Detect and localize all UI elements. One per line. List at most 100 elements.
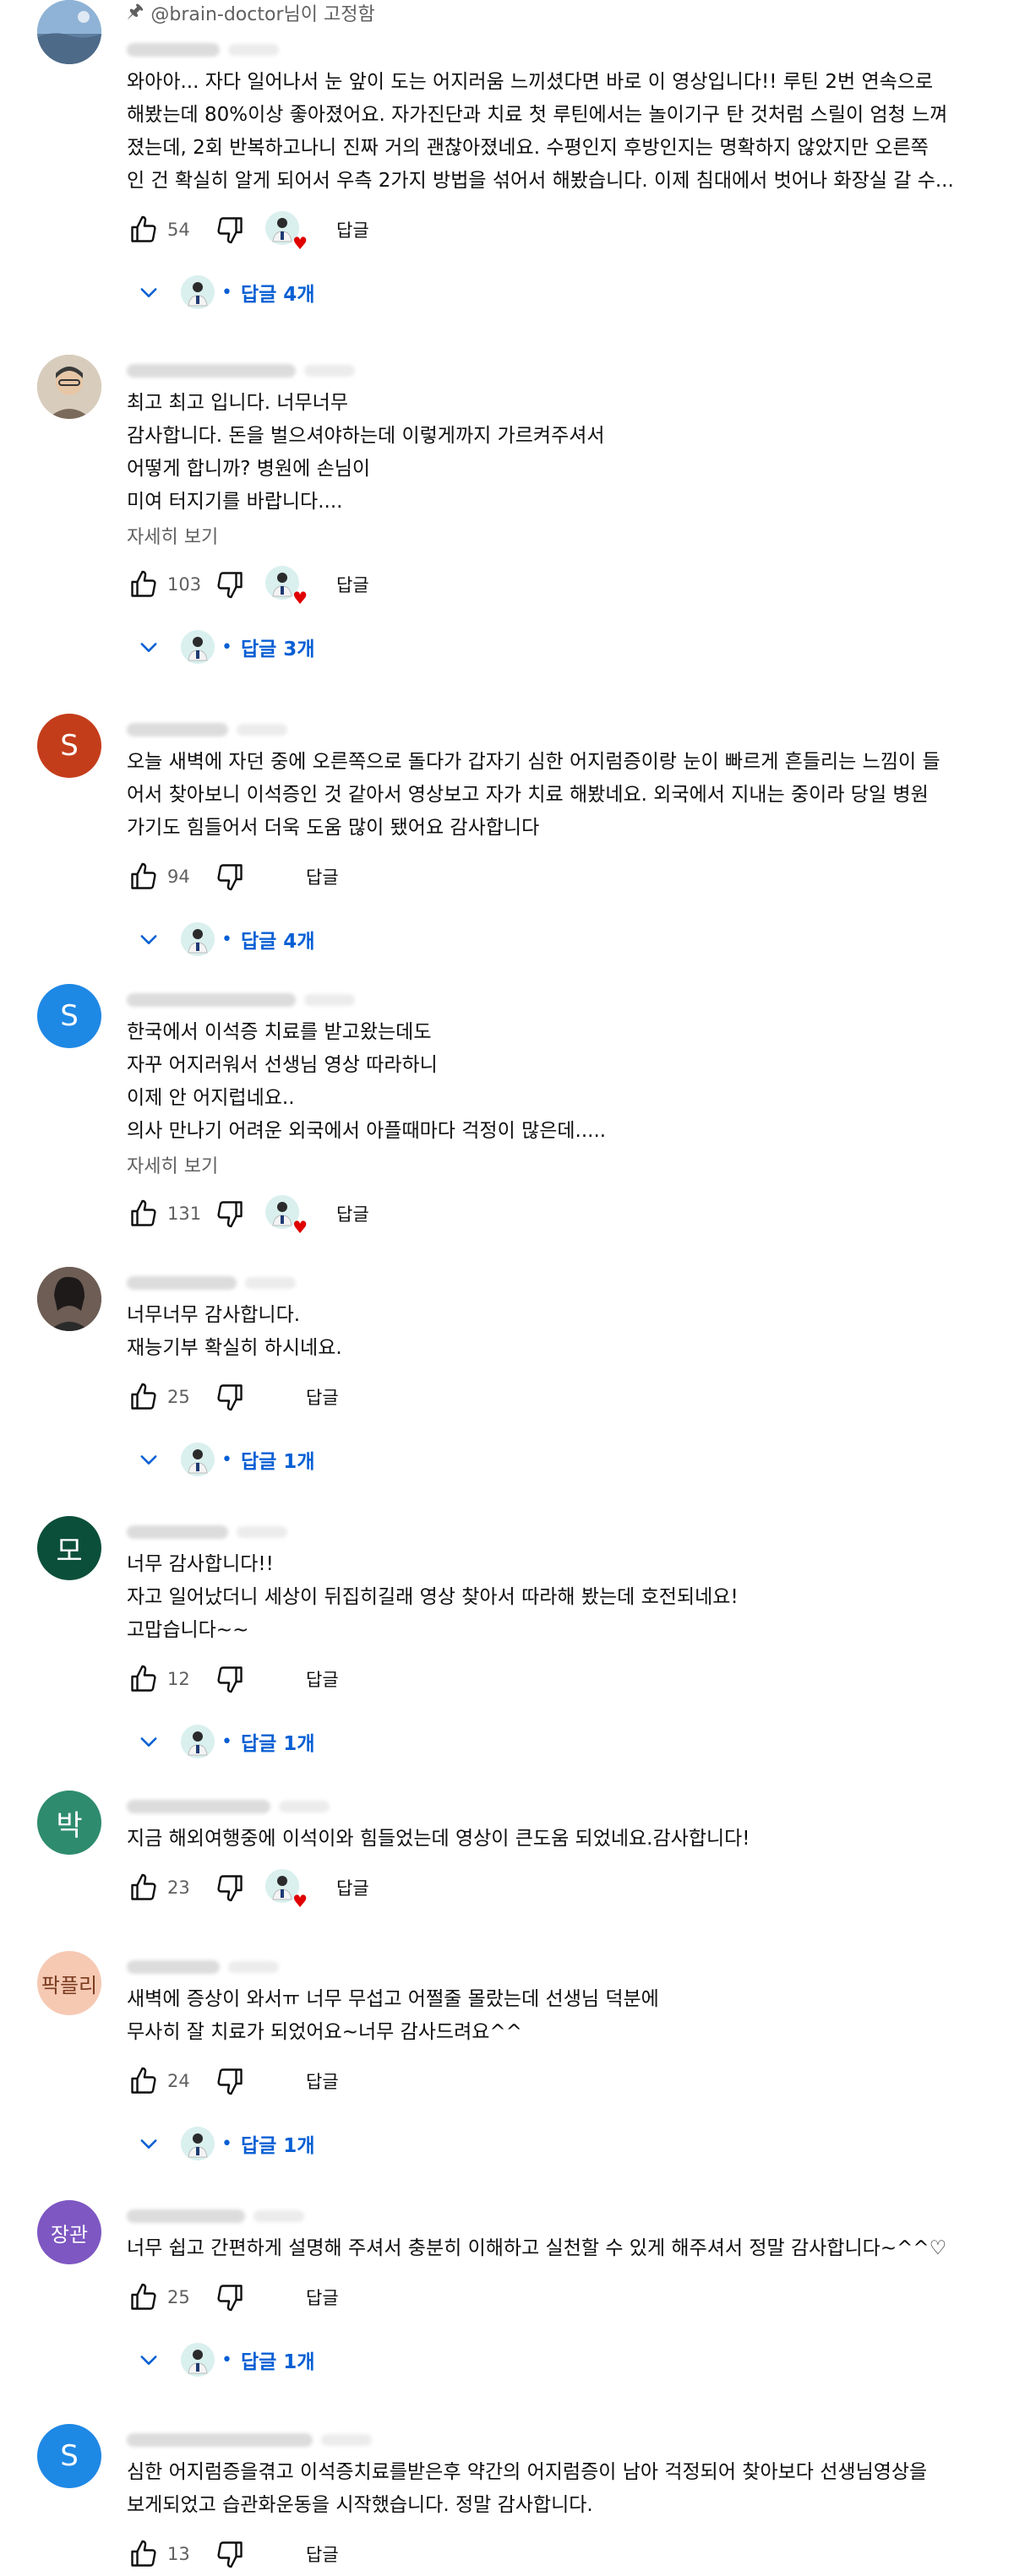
author-name-redacted[interactable]	[127, 723, 228, 736]
comment-meta	[127, 2429, 989, 2451]
dislike-icon[interactable]	[213, 2537, 247, 2571]
comment-line: 인 건 확실히 알게 되어서 우측 2가지 방법을 섞어서 해봤습니다. 이제 …	[127, 170, 954, 192]
reply-button[interactable]: 답글	[306, 1666, 339, 1692]
comment-meta	[127, 39, 989, 61]
author-name-redacted[interactable]	[127, 2209, 245, 2223]
comment-text: 너무너무 감사합니다. 재능기부 확실히 하시네요.	[127, 1299, 989, 1365]
comment-line: 와아아... 자다 일어나서 눈 앞이 도는 어지러움 느끼셨다면 바로 이 영…	[127, 71, 934, 93]
comment-line: 졌는데, 2회 반복하고나니 진짜 거의 괜찮아졌네요. 수평인지 후방인지는 …	[127, 137, 929, 159]
view-replies-button[interactable]: • 답글 1개	[134, 1437, 989, 1481]
creator-avatar	[181, 2127, 215, 2160]
like-icon[interactable]	[127, 213, 161, 247]
dislike-icon[interactable]	[213, 1197, 247, 1231]
timestamp-redacted[interactable]	[254, 2210, 304, 2222]
reply-button[interactable]: 답글	[336, 572, 369, 597]
author-name-redacted[interactable]	[127, 2433, 313, 2447]
timestamp-redacted[interactable]	[304, 994, 355, 1006]
comment-text: 와아아... 자다 일어나서 눈 앞이 도는 어지러움 느끼셨다면 바로 이 영…	[127, 66, 989, 198]
chevron-down-icon	[134, 632, 164, 662]
like-icon[interactable]	[127, 2280, 161, 2314]
view-replies-button[interactable]: • 답글 1개	[134, 2338, 989, 2382]
like-icon[interactable]	[127, 2064, 161, 2098]
author-name-redacted[interactable]	[127, 43, 220, 57]
like-icon[interactable]	[127, 1197, 161, 1231]
timestamp-redacted[interactable]	[237, 1526, 287, 1538]
timestamp-redacted[interactable]	[321, 2434, 372, 2446]
comment-line: 너무 쉽고 간편하게 설명해 주셔서 충분히 이해하고 실천할 수 있게 해주셔…	[127, 2237, 947, 2259]
reply-button[interactable]: 답글	[336, 217, 369, 242]
view-replies-button[interactable]: • 답글 4개	[134, 270, 989, 314]
commenter-avatar[interactable]: 장관	[37, 2200, 101, 2264]
like-icon[interactable]	[127, 1380, 161, 1414]
author-name-redacted[interactable]	[127, 1960, 220, 1974]
commenter-avatar[interactable]	[37, 355, 101, 419]
comment-meta	[127, 2205, 989, 2227]
dislike-icon[interactable]	[213, 1380, 247, 1414]
author-name-redacted[interactable]	[127, 364, 296, 378]
comment-meta	[127, 1956, 989, 1978]
timestamp-redacted[interactable]	[237, 724, 287, 736]
comment-text: 새벽에 증상이 와서ㅠ 너무 무섭고 어쩔줄 몰랐는데 선생님 덕분에 무사히 잘…	[127, 1983, 989, 2049]
commenter-avatar[interactable]: S	[37, 714, 101, 778]
commenter-avatar[interactable]: 박	[37, 1791, 101, 1855]
reply-button[interactable]: 답글	[306, 864, 339, 889]
like-icon[interactable]	[127, 1871, 161, 1905]
comment-actions: 23 ♥ 답글	[127, 1866, 989, 1910]
comment-body: 🖈 @brain-doctor님이 고정함와아아... 자다 일어나서 눈 앞이 …	[127, 0, 989, 314]
reply-button[interactable]: 답글	[306, 2068, 339, 2094]
like-count: 25	[167, 2287, 190, 2307]
like-icon[interactable]	[127, 568, 161, 601]
dislike-icon[interactable]	[213, 1662, 247, 1696]
chevron-down-icon	[134, 2345, 164, 2375]
commenter-avatar[interactable]: 팍플리	[37, 1951, 101, 2015]
author-name-redacted[interactable]	[127, 993, 296, 1007]
author-name-redacted[interactable]	[127, 1525, 228, 1539]
pinned-row: 🖈 @brain-doctor님이 고정함	[127, 0, 989, 25]
timestamp-redacted[interactable]	[245, 1277, 296, 1289]
reply-button[interactable]: 답글	[336, 1875, 369, 1900]
like-icon[interactable]	[127, 860, 161, 894]
view-replies-button[interactable]: • 답글 4개	[134, 917, 989, 961]
dislike-icon[interactable]	[213, 2280, 247, 2314]
view-replies-button[interactable]: • 답글 3개	[134, 625, 989, 669]
like-icon[interactable]	[127, 2537, 161, 2571]
reply-button[interactable]: 답글	[306, 1384, 339, 1410]
heart-icon: ♥	[292, 233, 308, 253]
commenter-avatar[interactable]	[37, 1267, 101, 1331]
timestamp-redacted[interactable]	[304, 365, 355, 377]
comment-body: 너무 감사합니다!! 자고 일어났더니 세상이 뒤집히길래 영상 찾아서 따라해 …	[127, 1516, 989, 1764]
comment-line: 너무너무 감사합니다.	[127, 1304, 301, 1326]
read-more-button[interactable]: 자세히 보기	[127, 524, 989, 552]
view-replies-button[interactable]: • 답글 1개	[134, 2122, 989, 2166]
dislike-icon[interactable]	[213, 213, 247, 247]
timestamp-redacted[interactable]	[228, 44, 279, 56]
dislike-icon[interactable]	[213, 568, 247, 601]
commenter-avatar[interactable]	[37, 0, 101, 64]
view-replies-button[interactable]: • 답글 1개	[134, 1720, 989, 1764]
dislike-icon[interactable]	[213, 1871, 247, 1905]
replies-count-label: 답글 1개	[240, 2351, 315, 2373]
creator-avatar	[181, 275, 215, 309]
reply-button[interactable]: 답글	[306, 2285, 339, 2310]
author-name-redacted[interactable]	[127, 1276, 237, 1290]
comment-meta	[127, 1521, 989, 1543]
comment-actions: 54 ♥ 답글	[127, 208, 989, 252]
pin-icon: 🖈	[127, 1, 144, 22]
dislike-icon[interactable]	[213, 2064, 247, 2098]
commenter-avatar[interactable]: 모	[37, 1516, 101, 1580]
reply-button[interactable]: 답글	[336, 1201, 369, 1226]
like-count: 25	[167, 1387, 190, 1407]
read-more-button[interactable]: 자세히 보기	[127, 1153, 989, 1182]
comment-line: 최고 최고 입니다. 너무너무	[127, 392, 349, 414]
reply-button[interactable]: 답글	[306, 2541, 339, 2567]
timestamp-redacted[interactable]	[228, 1961, 279, 1973]
author-name-redacted[interactable]	[127, 1800, 270, 1813]
comment-line: 이제 안 어지럽네요..	[127, 1087, 295, 1109]
commenter-avatar[interactable]: S	[37, 984, 101, 1048]
timestamp-redacted[interactable]	[279, 1801, 330, 1812]
commenter-avatar[interactable]: S	[37, 2424, 101, 2488]
dislike-icon[interactable]	[213, 860, 247, 894]
creator-heart-badge: ♥	[265, 1869, 308, 1910]
comment-line: 어서 찾아보니 이석증인 것 같아서 영상보고 자가 치료 해봤네요. 외국에서…	[127, 784, 929, 806]
like-icon[interactable]	[127, 1662, 161, 1696]
